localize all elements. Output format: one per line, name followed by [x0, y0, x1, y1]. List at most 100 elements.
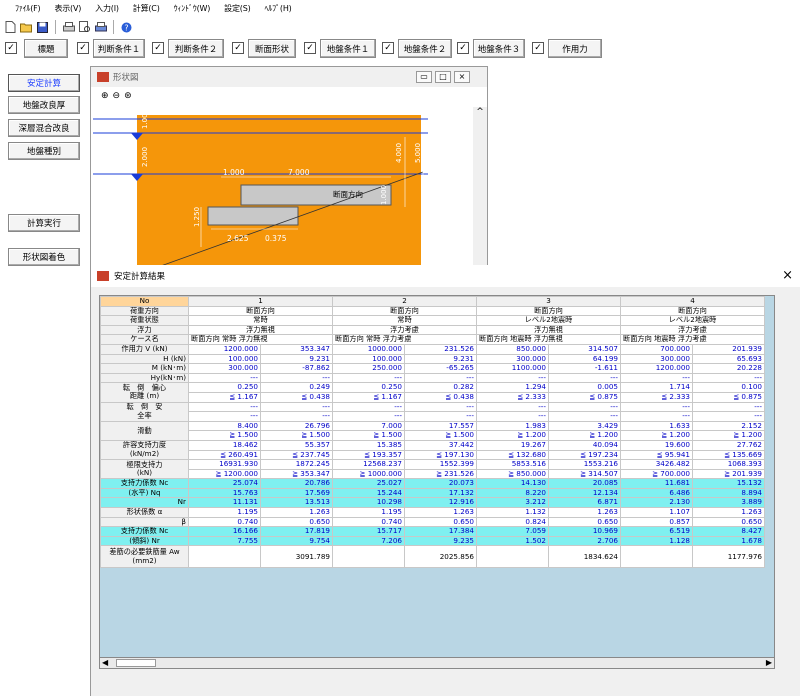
table-row: β 0.740 0.650 0.740 0.650 0.824 0.650 0.857 0.65…: [100, 516, 765, 528]
table-cell: 17.384: [404, 526, 477, 537]
minimize-icon[interactable]: ▭: [416, 71, 432, 83]
table-row: ≦ 260.491 ≦ 237.745 ≦ 193.357 ≦ 197.130 ≦ 13…: [101, 449, 765, 461]
table-cell: ≧ 1.500: [188, 430, 261, 441]
table-cell: 1834.624: [548, 545, 621, 569]
table-cell: 1.128: [620, 535, 693, 547]
table-cell: ≦ 0.438: [260, 391, 333, 403]
tab-ground-condition-2[interactable]: 地盤条件２: [398, 39, 452, 58]
row-label: Hy(kN･m): [100, 372, 189, 384]
row-label: Nr: [100, 497, 189, 509]
table-cell: 8.427: [692, 526, 765, 537]
table-cell: 6.871: [548, 497, 621, 509]
menu-item[interactable]: ｳｨﾝﾄﾞｳ(W): [167, 0, 218, 18]
menu-item[interactable]: 設定(S): [217, 0, 257, 18]
tab-checkbox[interactable]: ✓: [382, 42, 394, 54]
tab-checkbox[interactable]: ✓: [532, 42, 544, 54]
zoom-fit-icon[interactable]: ⊛: [124, 91, 132, 101]
tab-checkbox[interactable]: ✓: [77, 42, 89, 54]
dim-7000: 7.000: [288, 168, 310, 177]
ground-improve-thickness-button[interactable]: 地盤改良厚: [8, 96, 80, 114]
tab-checkbox[interactable]: ✓: [232, 42, 244, 54]
table-cell: 14.130: [476, 478, 549, 489]
table-cell: ≧ 201.939: [692, 468, 765, 480]
scroll-left-icon[interactable]: ◀: [102, 658, 108, 667]
menu-item[interactable]: ﾍﾙﾌﾟ(H): [258, 0, 299, 18]
table-cell: 15.763: [188, 487, 261, 499]
new-file-icon[interactable]: [4, 21, 17, 34]
menu-item[interactable]: 入力(I): [88, 0, 126, 18]
table-cell: 17.819: [260, 526, 333, 537]
table-cell: 8.220: [476, 487, 549, 499]
table-cell: ---: [692, 411, 765, 422]
shape-coloring-button[interactable]: 形状図着色: [8, 248, 80, 266]
horizontal-scrollbar[interactable]: ◀ ▶: [99, 657, 775, 669]
run-calc-button[interactable]: 計算実行: [8, 214, 80, 232]
menu-item[interactable]: ﾌｧｲﾙ(F): [8, 0, 47, 18]
tab-section-shape[interactable]: 断面形状: [248, 39, 296, 58]
table-row: ケース名 断面方向 常時 浮力無視 断面方向 常時 浮力考慮 断面方向 地震時 浮力無…: [100, 334, 765, 345]
stability-calc-button[interactable]: 安定計算: [8, 74, 80, 92]
left-pane: 安定計算 地盤改良厚 深層混合改良 地盤種別 計算実行 形状図着色: [0, 62, 90, 696]
vertical-scrollbar[interactable]: ^: [473, 107, 487, 275]
help-icon[interactable]: ?: [120, 21, 133, 34]
tab-acting-force[interactable]: 作用力: [548, 39, 602, 58]
table-row: 荷重状態 常時 常時 レベル2地震時 レベル2地震時: [100, 315, 765, 326]
table-cell: [620, 545, 693, 569]
tab-ground-condition-3[interactable]: 地盤条件３: [473, 39, 525, 58]
printer-setup-icon[interactable]: [94, 21, 107, 34]
zoom-out-icon[interactable]: ⊖: [113, 91, 121, 101]
print-preview-icon[interactable]: [78, 21, 91, 34]
table-cell: ---: [188, 372, 261, 384]
tab-judge-condition-2[interactable]: 判断条件２: [168, 39, 224, 58]
toolbar: ?: [0, 18, 800, 36]
close-icon[interactable]: ×: [782, 268, 793, 283]
table-cell: ---: [692, 401, 765, 413]
table-cell: 浮力考慮: [620, 324, 765, 336]
table-cell: 1.678: [692, 535, 765, 547]
table-cell: 断面方向: [188, 305, 333, 317]
tab-judge-condition-1[interactable]: 判断条件１: [93, 39, 145, 58]
menu-item[interactable]: 表示(V): [47, 0, 88, 18]
save-icon[interactable]: [36, 21, 49, 34]
tab-checkbox[interactable]: ✓: [304, 42, 316, 54]
table-cell: 20.073: [404, 478, 477, 489]
table-cell: 25.074: [188, 478, 261, 489]
open-folder-icon[interactable]: [20, 21, 33, 34]
table-cell: 0.824: [476, 516, 549, 528]
table-cell: ---: [188, 401, 261, 413]
tab-checkbox[interactable]: ✓: [152, 42, 164, 54]
table-row: 差筋の必要鉄筋量 Aw (mm2) 3091.789 2025.856 1834.624…: [100, 545, 765, 569]
table-row: Hy(kN･m) --- --- --- --- --- --- --- ---: [100, 372, 765, 384]
tab-ground-condition-1[interactable]: 地盤条件１: [320, 39, 376, 58]
scroll-thumb[interactable]: [116, 659, 156, 667]
table-cell: 7.000: [332, 420, 405, 432]
table-cell: ---: [476, 411, 549, 422]
tab-checkbox[interactable]: ✓: [5, 42, 17, 54]
table-cell: 1.132: [476, 507, 549, 518]
column-header: 1: [188, 296, 333, 307]
section-direction-label: 断面方向: [333, 189, 363, 199]
column-header: 3: [476, 296, 621, 307]
zoom-in-icon[interactable]: ⊕: [101, 91, 109, 101]
table-cell: 65.693: [692, 353, 765, 365]
table-cell: 0.650: [692, 516, 765, 528]
table-row: 荷重方向 断面方向 断面方向 断面方向 断面方向: [100, 305, 765, 317]
shape-window-titlebar[interactable]: 形状図 ▭ □ ×: [91, 67, 487, 87]
result-window-titlebar[interactable]: 安定計算結果 ×: [91, 265, 800, 287]
maximize-icon[interactable]: □: [435, 71, 451, 83]
tab-checkbox[interactable]: ✓: [457, 42, 469, 54]
table-cell: ---: [548, 411, 621, 422]
table-cell: -65.265: [404, 363, 477, 374]
close-icon[interactable]: ×: [454, 71, 470, 83]
tab-title[interactable]: 標題: [24, 39, 68, 58]
table-cell: 0.250: [188, 382, 261, 393]
print-icon[interactable]: [62, 21, 75, 34]
table-cell: 1.195: [332, 507, 405, 518]
scroll-right-icon[interactable]: ▶: [766, 658, 772, 667]
deep-mixing-button[interactable]: 深層混合改良: [8, 119, 80, 137]
table-cell: 55.357: [260, 439, 333, 451]
table-cell: 1200.000: [620, 363, 693, 374]
table-cell: 断面方向: [332, 305, 477, 317]
ground-type-button[interactable]: 地盤種別: [8, 142, 80, 160]
menu-item[interactable]: 計算(C): [126, 0, 167, 18]
